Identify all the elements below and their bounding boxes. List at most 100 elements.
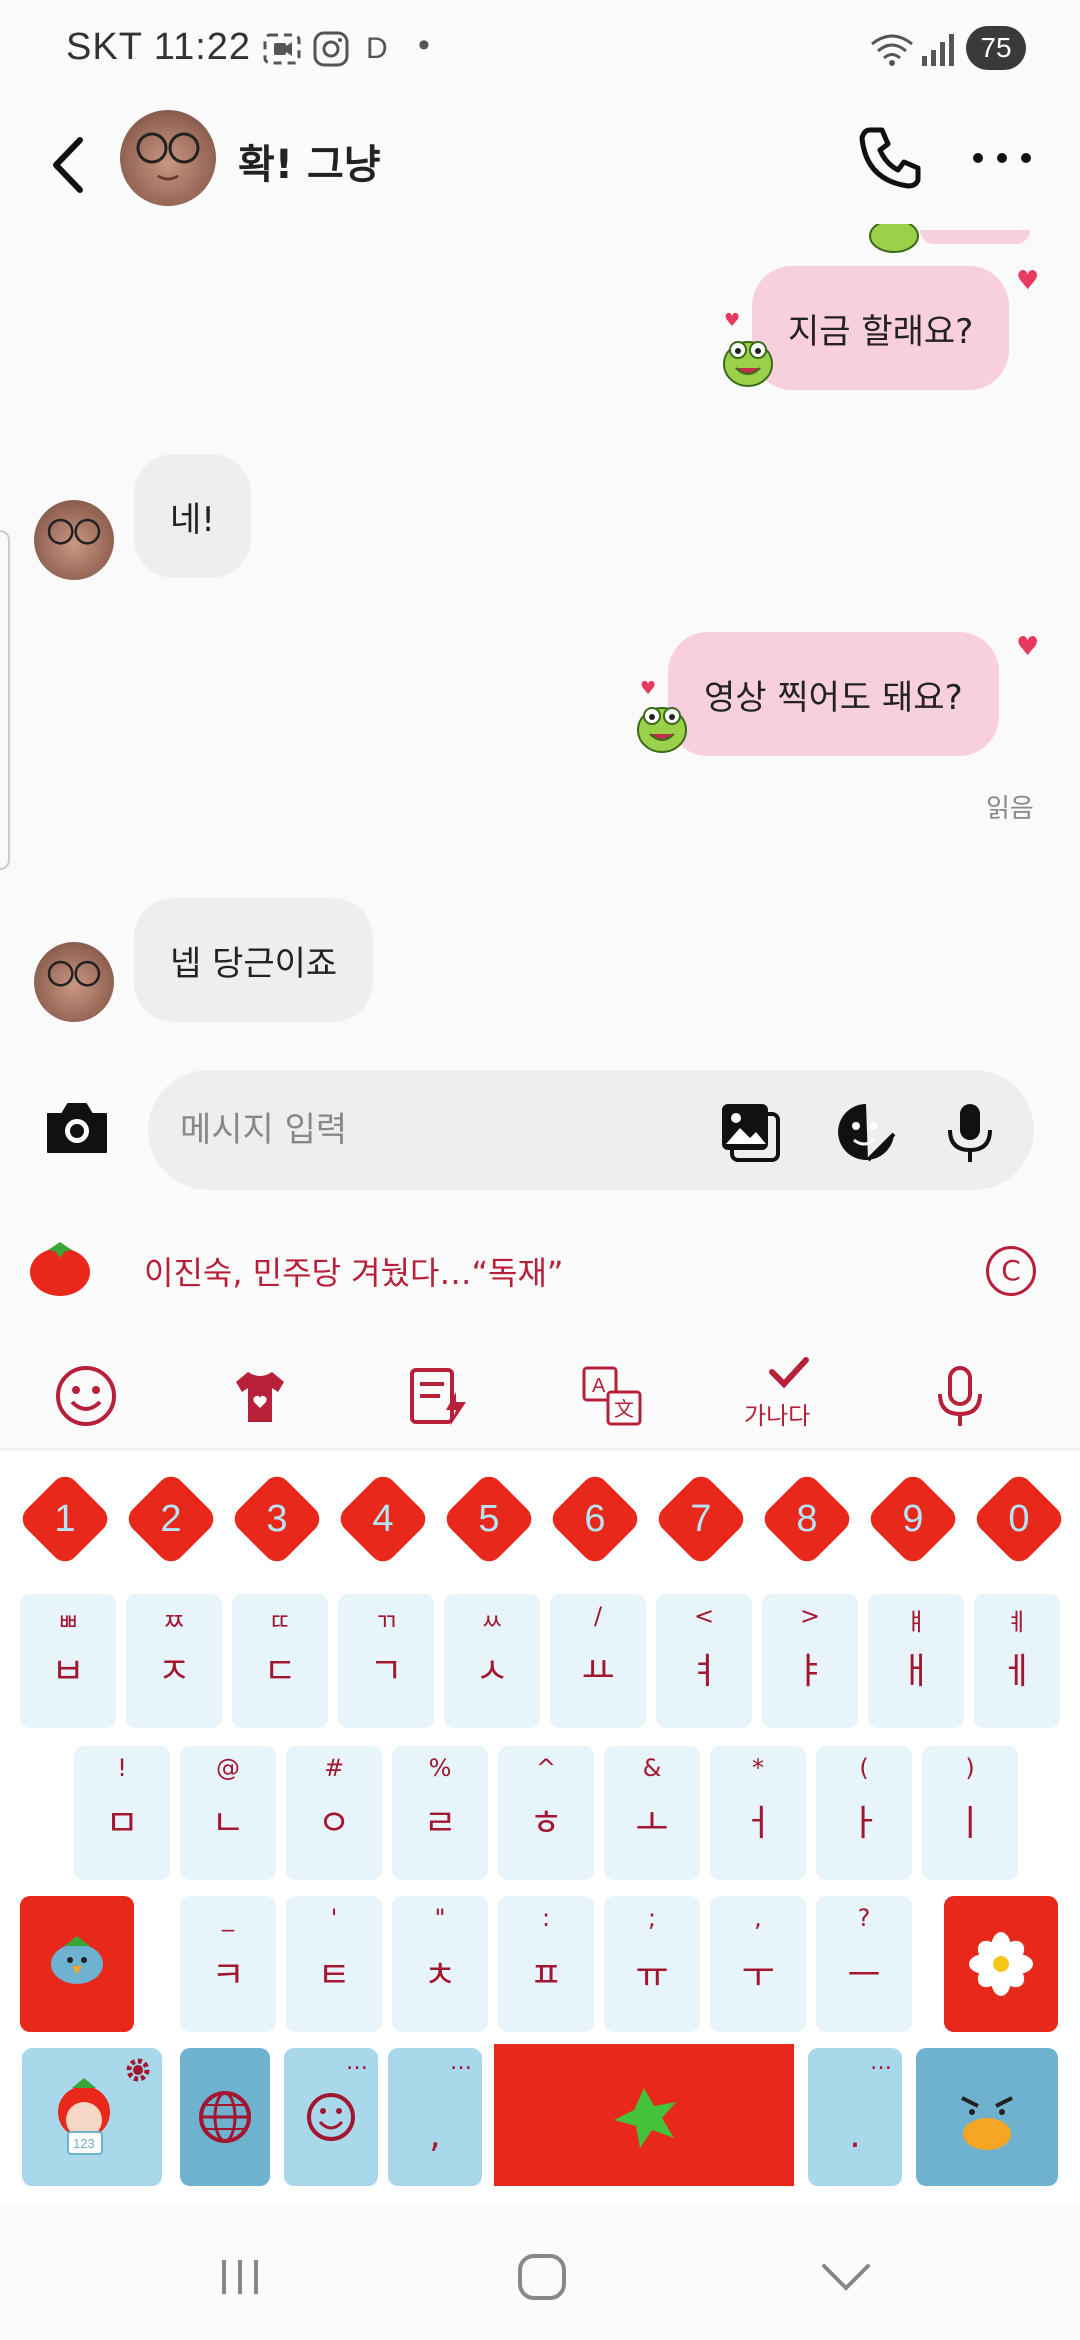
message-text: 넵 당근이죠	[170, 943, 338, 984]
key-letter[interactable]: / ㅛ	[550, 1594, 646, 1728]
key-letter[interactable]: * ㅓ	[710, 1746, 806, 1880]
microphone-icon[interactable]	[938, 1100, 1002, 1164]
key-letter[interactable]: :ㅍ	[498, 1896, 594, 2032]
language-key[interactable]	[180, 2048, 270, 2186]
message-list[interactable]: 지금 할래요? ♥ ♥ 네! 영상 찍어도 돼요? ♥ ♥ 읽음 넵 당근이죠	[0, 224, 1080, 1070]
key-letter[interactable]: ㅃㅂ	[20, 1594, 116, 1728]
key-number[interactable]: 3	[228, 1470, 326, 1568]
key-number[interactable]: 5	[440, 1470, 538, 1568]
bird-mascot-icon	[51, 1936, 103, 1984]
period-key[interactable]: … .	[808, 2048, 902, 2186]
chat-header: 확! 그냥	[0, 100, 1080, 230]
sender-avatar[interactable]	[34, 942, 114, 1022]
comma-label: ,	[429, 2115, 441, 2156]
message-bubble-outgoing[interactable]: 영상 찍어도 돼요?	[668, 632, 999, 756]
keyboard-language-label[interactable]: 가나다	[744, 1396, 810, 1431]
copyright-icon[interactable]: C	[986, 1246, 1036, 1296]
svg-text:文: 文	[614, 1398, 634, 1421]
key-number[interactable]: 6	[546, 1470, 644, 1568]
key-letter[interactable]: ? ㅡ	[816, 1896, 912, 2032]
key-letter[interactable]: ; ㅠ	[604, 1896, 700, 2032]
recent-apps-icon[interactable]	[210, 2252, 270, 2302]
key-letter[interactable]: > ㅑ	[762, 1594, 858, 1728]
gallery-icon[interactable]	[718, 1100, 782, 1164]
contact-avatar[interactable]	[120, 110, 216, 206]
back-arrow-icon[interactable]	[40, 130, 100, 200]
key-letter[interactable]: ^ ㅎ	[498, 1746, 594, 1880]
keyboard-news-banner[interactable]: 이진숙, 민주당 겨눴다…“독재” C	[0, 1220, 1080, 1320]
checkmark-icon[interactable]	[758, 1352, 822, 1392]
wifi-icon	[871, 34, 913, 66]
key-number[interactable]: 2	[122, 1470, 220, 1568]
camera-button-icon[interactable]	[44, 1100, 110, 1156]
read-receipt: 읽음	[986, 794, 1034, 824]
shift-key[interactable]	[20, 1896, 134, 2032]
key-letter[interactable]: % ㄹ	[392, 1746, 488, 1880]
key-letter[interactable]: & ㅗ	[604, 1746, 700, 1880]
voice-input-icon[interactable]	[928, 1364, 992, 1428]
emoji-icon[interactable]	[54, 1364, 118, 1428]
key-letter[interactable]: (ㅏ	[816, 1746, 912, 1880]
message-bubble-incoming[interactable]: 네!	[134, 454, 251, 578]
key-letter[interactable]: ) ㅣ	[922, 1746, 1018, 1880]
translate-icon[interactable]: A 文	[580, 1364, 644, 1428]
heart-icon: ♥	[1016, 266, 1040, 296]
key-letter[interactable]: ㅉㅈ	[126, 1594, 222, 1728]
key-letter[interactable]: ! ㅁ	[74, 1746, 170, 1880]
key-number[interactable]: 1	[16, 1470, 114, 1568]
settings-gear-icon[interactable]	[124, 2056, 152, 2084]
key-letter[interactable]: ㅆㅅ	[444, 1594, 540, 1728]
enter-key[interactable]	[916, 2048, 1058, 2186]
message-bubble-incoming[interactable]: 넵 당근이죠	[134, 898, 374, 1022]
sender-avatar[interactable]	[34, 500, 114, 580]
key-letter[interactable]: ,ㅜ	[710, 1896, 806, 2032]
key-letter[interactable]: _ ㅋ	[180, 1896, 276, 2032]
signal-icon	[922, 34, 954, 66]
key-hint: …	[870, 2050, 892, 2075]
key-number[interactable]: 9	[864, 1470, 962, 1568]
message-bubble-outgoing[interactable]: 지금 할래요?	[752, 266, 1010, 390]
key-number[interactable]: 8	[758, 1470, 856, 1568]
message-composer	[0, 1070, 1080, 1190]
message-input[interactable]	[180, 1106, 680, 1154]
indicator-d: D	[366, 32, 388, 65]
home-icon[interactable]	[512, 2252, 572, 2302]
sticker-icon[interactable]	[834, 1100, 898, 1164]
space-key[interactable]	[494, 2044, 794, 2186]
edge-panel-handle[interactable]	[0, 530, 10, 870]
key-number[interactable]: 7	[652, 1470, 750, 1568]
frog-sticker-icon	[869, 224, 919, 253]
more-options-icon[interactable]	[970, 148, 1034, 168]
screen: SKT 11:22 D • 75 확! 그냥 지금 할래요? ♥ ♥ 네! 영상…	[0, 0, 1080, 2340]
key-number[interactable]: 0	[970, 1470, 1068, 1568]
symbols-key[interactable]: 123	[22, 2048, 162, 2186]
key-number[interactable]: 4	[334, 1470, 432, 1568]
contact-name[interactable]: 확! 그냥	[238, 132, 381, 190]
backspace-key[interactable]	[944, 1896, 1058, 2032]
hide-keyboard-icon[interactable]	[816, 2252, 876, 2302]
message-text: 지금 할래요?	[788, 311, 974, 352]
svg-text:123: 123	[73, 2136, 95, 2151]
key-letter[interactable]: ㅖㅔ	[974, 1594, 1060, 1728]
message-text: 영상 찍어도 돼요?	[704, 677, 963, 718]
news-headline[interactable]: 이진숙, 민주당 겨눴다…“독재”	[144, 1248, 564, 1294]
key-letter[interactable]: ㄲㄱ	[338, 1594, 434, 1728]
key-letter[interactable]: < ㅕ	[656, 1594, 752, 1728]
phone-call-icon[interactable]	[856, 122, 926, 192]
key-letter[interactable]: ' ㅌ	[286, 1896, 382, 2032]
screen-record-icon	[263, 33, 301, 65]
theme-shirt-icon[interactable]	[228, 1364, 292, 1428]
emoji-key[interactable]: …	[284, 2048, 378, 2186]
key-letter[interactable]: ㄸㄷ	[232, 1594, 328, 1728]
notification-dot-icon: •	[418, 26, 430, 64]
key-letter[interactable]: " ㅊ	[392, 1896, 488, 2032]
message-input-container[interactable]	[148, 1070, 1034, 1190]
key-letter[interactable]: @ ㄴ	[180, 1746, 276, 1880]
key-letter[interactable]: # ㅇ	[286, 1746, 382, 1880]
text-edit-icon[interactable]	[406, 1364, 470, 1428]
message-text: 네!	[170, 499, 215, 540]
comma-key[interactable]: … ,	[388, 2048, 482, 2186]
frog-sticker-icon	[637, 707, 687, 753]
key-letter[interactable]: ㅒㅐ	[868, 1594, 964, 1728]
leaf-star-icon	[614, 2088, 676, 2148]
